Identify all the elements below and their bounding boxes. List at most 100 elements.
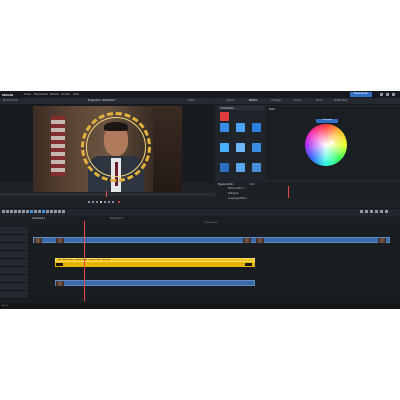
snap-icon[interactable] (30, 210, 33, 213)
track-header[interactable] (0, 243, 28, 251)
color-panel-label: Farbe (269, 108, 276, 111)
tab-timeline-1[interactable]: Aufnahme 1 (32, 217, 45, 220)
menu-bar: MAGIX Datei Bearbeiten Effekte Fenster H… (0, 91, 400, 98)
split-icon[interactable] (38, 210, 41, 213)
storyboard-icon[interactable] (380, 210, 383, 213)
ripple-icon[interactable] (42, 210, 45, 213)
mixer-icon[interactable] (54, 210, 57, 213)
list-item[interactable]: Helligkeit (218, 192, 398, 196)
title-clip-body[interactable] (55, 262, 255, 267)
list-item[interactable]: Ausgangseffekt 1 (218, 197, 398, 201)
menu-item-window[interactable]: Fenster (61, 93, 71, 96)
flag-image (51, 116, 65, 176)
track-header[interactable] (0, 291, 28, 299)
delete-icon[interactable] (14, 210, 17, 213)
list-item-label: Ausgangseffekt 1 (228, 197, 248, 200)
tab-effects[interactable]: Effekte (249, 99, 257, 102)
timecode-display: 00:00:03:16 (3, 99, 18, 103)
menu-item-effects[interactable]: Effekte (50, 93, 59, 96)
effect-thumb-7[interactable] (252, 143, 261, 152)
track-header[interactable] (0, 235, 28, 243)
tab-templates[interactable]: Vorlagen (271, 99, 282, 102)
menu-item-file[interactable]: Datei (24, 93, 31, 96)
track-header[interactable] (0, 259, 28, 267)
clip-thumbnail (56, 280, 64, 286)
grid-icon[interactable] (62, 210, 65, 213)
mouse-mode-icon[interactable] (2, 210, 5, 213)
clip-thumbnail (245, 263, 252, 266)
clip-thumbnail (56, 237, 64, 243)
color-picker-handle[interactable] (330, 141, 334, 145)
group-icon[interactable] (46, 210, 49, 213)
tab-audio[interactable]: Audio (294, 99, 301, 102)
track-header[interactable] (0, 283, 28, 291)
close-icon[interactable] (392, 93, 395, 96)
tab-store[interactable]: Store (316, 99, 322, 102)
bookshelf-image (153, 106, 182, 192)
timeline-tab-bar: Aufnahme 1 Programm 2 (0, 216, 400, 220)
track-header[interactable] (0, 227, 28, 235)
preview-playhead[interactable] (106, 191, 107, 197)
list-item-label: Farbkorrektur 1 (228, 187, 245, 190)
zoom-in-icon[interactable] (365, 210, 368, 213)
effect-thumb-5[interactable] (220, 143, 229, 152)
circle-mask-inner (86, 117, 146, 177)
effect-thumb-3[interactable] (236, 123, 245, 132)
track-header[interactable] (0, 251, 28, 259)
color-wheel[interactable] (305, 124, 347, 166)
tab-timeline-2[interactable]: Programm 2 (110, 217, 123, 220)
ruler-timecode: 00:00:04:00 (205, 222, 218, 224)
audio-clip[interactable] (55, 280, 255, 286)
editor-window: MAGIX Datei Bearbeiten Effekte Fenster H… (0, 91, 400, 309)
tab-library[interactable]: MAGIX Bibl. (334, 99, 348, 102)
track-view-icon[interactable] (375, 210, 378, 213)
right-tab-bar: Import Effekte Vorlagen Audio Store MAGI… (216, 98, 400, 105)
list-item[interactable]: Farbkorrektur 1 (218, 187, 398, 191)
effect-thumb-10[interactable] (252, 163, 261, 172)
track-header[interactable] (0, 275, 28, 283)
properties-header: Eigenschaften (218, 183, 234, 186)
minimize-icon[interactable] (380, 93, 383, 96)
preview-scrubber[interactable] (0, 193, 215, 196)
redo-icon[interactable] (10, 210, 13, 213)
effect-thumb-4[interactable] (252, 123, 261, 132)
video-clip[interactable] (33, 237, 390, 243)
effect-thumb-9[interactable] (236, 163, 245, 172)
clip-thumbnail (378, 237, 386, 243)
clip-thumbnail (243, 237, 251, 243)
export-button[interactable]: Exportieren (350, 92, 372, 97)
tab-import[interactable]: Import (226, 99, 234, 102)
list-item-label: Helligkeit (228, 192, 239, 195)
effect-thumb-2[interactable] (220, 123, 229, 132)
cut-icon[interactable] (18, 210, 21, 213)
fit-icon[interactable] (370, 210, 373, 213)
undo-icon[interactable] (6, 210, 9, 213)
video-frame[interactable] (33, 106, 182, 192)
effect-thumb-1[interactable] (220, 112, 229, 121)
menu-item-help[interactable]: Hilfe (73, 93, 79, 96)
settings-icon[interactable] (385, 210, 388, 213)
track-header[interactable] (0, 267, 28, 275)
maximize-icon[interactable] (386, 93, 389, 96)
effects-header: Videoeffekte (220, 106, 234, 110)
clip-thumbnail (56, 263, 63, 266)
fx-icon[interactable] (58, 210, 61, 213)
clip-thumbnail (256, 237, 264, 243)
app-logo: MAGIX (2, 92, 14, 97)
status-text: Bereit (2, 304, 8, 307)
properties-value-header: Wert (250, 183, 256, 186)
effect-thumb-6[interactable] (236, 143, 245, 152)
project-title: Programm: Aufnahme * (88, 99, 117, 103)
text-icon[interactable] (50, 210, 53, 213)
zoom-level[interactable]: 100% (188, 99, 195, 102)
copy-icon[interactable] (22, 210, 25, 213)
clip-thumbnail (34, 237, 42, 243)
menu-item-edit[interactable]: Bearbeiten (34, 93, 48, 96)
timeline-playhead[interactable] (84, 221, 85, 301)
marker-icon[interactable] (34, 210, 37, 213)
zoom-out-icon[interactable] (360, 210, 363, 213)
effect-thumb-8[interactable] (220, 163, 229, 172)
secondary-badge[interactable]: Sekundär (316, 119, 338, 123)
effects-header-bar: Videoeffekte (218, 106, 264, 110)
paste-icon[interactable] (26, 210, 29, 213)
